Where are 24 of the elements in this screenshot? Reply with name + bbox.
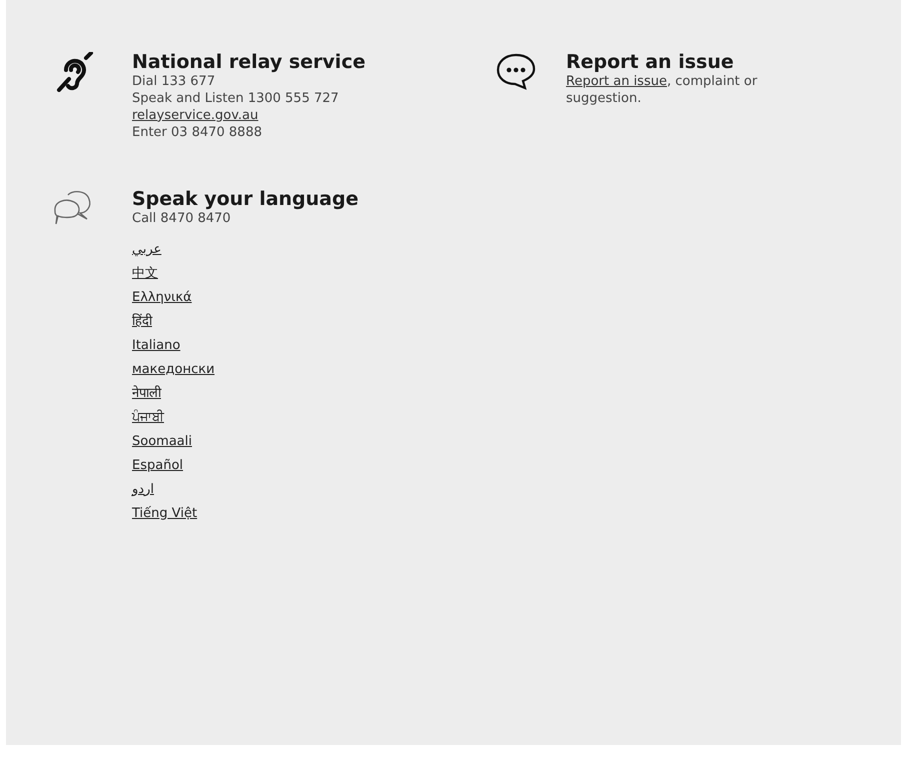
contact-text: Enter 03 8470 8888 xyxy=(132,124,262,141)
language-link[interactable]: македонски xyxy=(132,360,215,379)
contact-text: Call 8470 8470 xyxy=(132,210,231,227)
language-link[interactable]: Español xyxy=(132,456,184,475)
report-link[interactable]: Report an issue xyxy=(566,74,667,89)
report-text: Report an issue, complaint or suggestion. xyxy=(566,72,758,107)
language-link[interactable]: ਪੰਜਾਬੀ xyxy=(132,408,164,427)
language-link[interactable]: اردو xyxy=(132,480,154,499)
language-link[interactable]: Italiano xyxy=(132,336,180,355)
website-link[interactable]: relayservice.gov.au xyxy=(132,106,258,124)
section-heading: Report an issue xyxy=(566,52,735,73)
language-link[interactable]: Tiếng Việt xyxy=(132,504,198,523)
language-link[interactable]: नेपाली xyxy=(132,384,161,403)
section-heading: Speak your language xyxy=(132,188,358,210)
language-link[interactable]: हिंदी xyxy=(132,312,152,331)
language-link[interactable]: Ελληνικά xyxy=(132,288,192,307)
section-heading: National relay service xyxy=(132,52,366,73)
chat-bubble-icon xyxy=(496,52,536,90)
contact-text: Dial 133 677 xyxy=(132,72,216,90)
contact-text: Speak and Listen 1300 555 727 xyxy=(132,90,339,107)
language-link[interactable]: عربي xyxy=(132,240,162,259)
hearing-impaired-icon xyxy=(56,52,94,92)
language-link[interactable]: Soomaali xyxy=(132,432,192,451)
language-link[interactable]: 中文 xyxy=(132,264,158,283)
